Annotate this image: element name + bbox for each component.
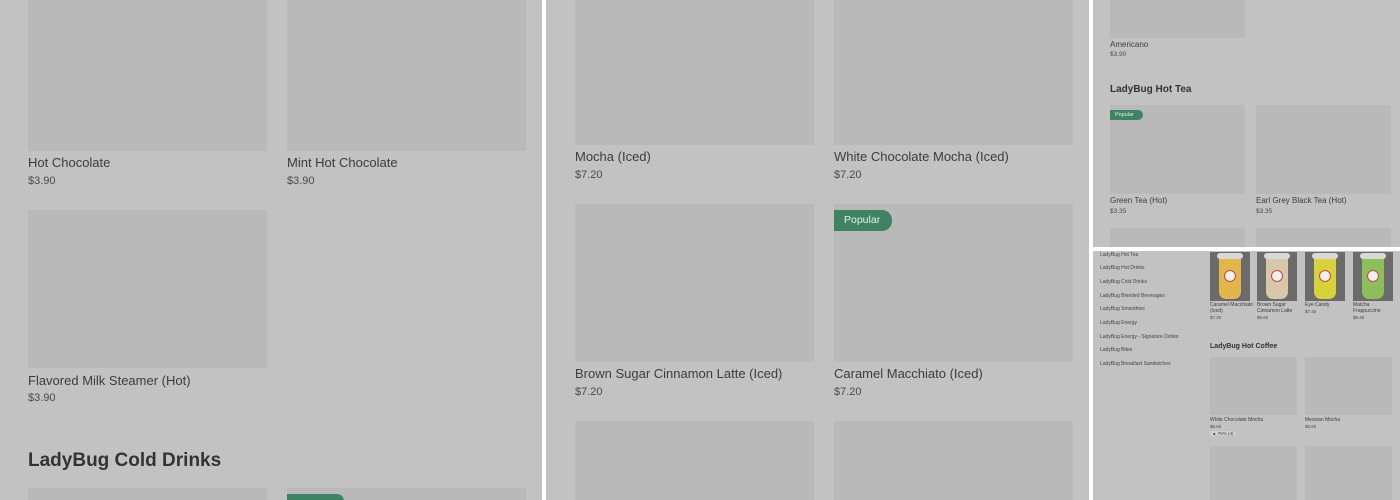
section-heading: LadyBug Hot Coffee	[1210, 343, 1278, 350]
item-price: $3.35	[1110, 208, 1127, 215]
item-price: $6.60	[1305, 424, 1317, 429]
sidebar-item-breakfast-sandwiches[interactable]: LadyBug Breakfast Sandwiches	[1100, 361, 1171, 367]
item-image-hot-chocolate[interactable]	[28, 0, 267, 151]
featured-image-matcha-frappuccino[interactable]	[1353, 252, 1393, 301]
item-price: $7.20	[834, 169, 862, 181]
ladybug-logo-icon	[1271, 270, 1283, 282]
menu-panel-cold-drinks: Mocha (Iced) $7.20 White Chocolate Mocha…	[546, 0, 1089, 500]
item-name[interactable]: Mint Hot Chocolate	[287, 155, 398, 170]
item-name[interactable]: Mocha (Iced)	[575, 149, 651, 164]
featured-name[interactable]: Caramel Macchiato (Iced)	[1210, 302, 1254, 314]
cup-lid	[1264, 253, 1290, 259]
item-name[interactable]: White Chocolate Mocha (Iced)	[834, 149, 1009, 164]
menu-panel-overview: LadyBug Hot Tea LadyBug Hot Drinks LadyB…	[1093, 251, 1400, 500]
item-price: $7.20	[575, 386, 603, 398]
featured-price: $6.60	[1257, 315, 1269, 320]
cup-lid	[1217, 253, 1243, 259]
rating-badge: ▲ 75% (4)	[1210, 431, 1236, 436]
item-image[interactable]	[1110, 228, 1245, 247]
sidebar-item-hot-drinks[interactable]: LadyBug Hot Drinks	[1100, 265, 1144, 271]
sidebar-item-energy-signature[interactable]: LadyBug Energy - Signature Drinks	[1100, 334, 1178, 340]
featured-image-eye-candy[interactable]	[1305, 252, 1345, 301]
thumbs-up-icon: ▲	[1212, 431, 1217, 436]
item-image[interactable]	[834, 421, 1073, 500]
item-name[interactable]: Hot Chocolate	[28, 155, 110, 170]
item-name[interactable]: Flavored Milk Steamer (Hot)	[28, 373, 191, 388]
featured-name[interactable]: Matcha Frappuccino	[1353, 302, 1397, 314]
item-image-white-chocolate-mocha-iced[interactable]	[834, 0, 1073, 145]
item-price: $3.90	[28, 175, 56, 187]
item-image-white-chocolate-mocha[interactable]	[1210, 357, 1297, 415]
item-name[interactable]: Mexican Mocha	[1305, 417, 1340, 423]
item-name[interactable]: Brown Sugar Cinnamon Latte (Iced)	[575, 366, 782, 381]
featured-price: $7.20	[1210, 315, 1222, 320]
item-price: $3.90	[1110, 51, 1127, 58]
featured-image-brown-sugar-cinnamon-latte[interactable]	[1257, 252, 1297, 301]
section-heading: LadyBug Cold Drinks	[28, 450, 222, 471]
featured-name[interactable]: Brown Sugar Cinnamon Latte	[1257, 302, 1301, 314]
sidebar-item-energy[interactable]: LadyBug Energy	[1100, 320, 1137, 326]
sidebar-item-smoothies[interactable]: LadyBug Smoothies	[1100, 306, 1145, 312]
item-image[interactable]	[1210, 446, 1297, 500]
item-name[interactable]: Earl Grey Black Tea (Hot)	[1256, 196, 1347, 205]
popular-badge	[287, 494, 344, 500]
section-heading: LadyBug Hot Tea	[1110, 84, 1192, 95]
item-price: $7.20	[834, 386, 862, 398]
popular-badge: Popular	[1110, 110, 1143, 120]
featured-price: $6.45	[1353, 315, 1365, 320]
ladybug-logo-icon	[1224, 270, 1236, 282]
item-price: $6.60	[1210, 424, 1222, 429]
item-name[interactable]: Americano	[1110, 40, 1148, 49]
item-price: $3.35	[1256, 208, 1273, 215]
item-image-flavored-milk-steamer[interactable]	[28, 210, 267, 368]
item-name[interactable]: White Chocolate Mocha	[1210, 417, 1263, 423]
featured-price: $7.45	[1305, 309, 1317, 314]
item-image-mexican-mocha[interactable]	[1305, 357, 1392, 415]
item-image-brown-sugar-cinnamon-latte-iced[interactable]	[575, 204, 814, 362]
cup-lid	[1360, 253, 1386, 259]
item-image[interactable]	[1305, 446, 1392, 500]
sidebar-item-cold-drinks[interactable]: LadyBug Cold Drinks	[1100, 279, 1147, 285]
featured-image-caramel-macchiato[interactable]	[1210, 252, 1250, 301]
item-image-americano[interactable]	[1110, 0, 1245, 38]
item-image-mocha-iced[interactable]	[575, 0, 814, 145]
item-price: $7.20	[575, 169, 603, 181]
item-image[interactable]	[575, 421, 814, 500]
menu-panel-hot-tea: Americano $3.90 LadyBug Hot Tea Popular …	[1093, 0, 1400, 247]
sidebar-item-bites[interactable]: LadyBug Bites	[1100, 347, 1132, 353]
item-price: $3.90	[28, 392, 56, 404]
ladybug-logo-icon	[1367, 270, 1379, 282]
ladybug-logo-icon	[1319, 270, 1331, 282]
cup-lid	[1312, 253, 1338, 259]
item-name[interactable]: Caramel Macchiato (Iced)	[834, 366, 983, 381]
popular-badge: Popular	[834, 210, 892, 231]
item-image[interactable]	[1256, 228, 1391, 247]
item-image[interactable]	[28, 488, 267, 500]
sidebar-item-blended-beverages[interactable]: LadyBug Blended Beverages	[1100, 293, 1165, 299]
sidebar-item-hot-tea[interactable]: LadyBug Hot Tea	[1100, 252, 1138, 258]
item-image-mint-hot-chocolate[interactable]	[287, 0, 526, 151]
featured-name[interactable]: Eye Candy	[1305, 302, 1329, 308]
rating-text: 75% (4)	[1217, 431, 1234, 436]
item-name[interactable]: Green Tea (Hot)	[1110, 196, 1167, 205]
item-image-earl-grey[interactable]	[1256, 105, 1391, 194]
menu-panel-hot-drinks: Hot Chocolate $3.90 Mint Hot Chocolate $…	[0, 0, 542, 500]
item-price: $3.90	[287, 175, 315, 187]
